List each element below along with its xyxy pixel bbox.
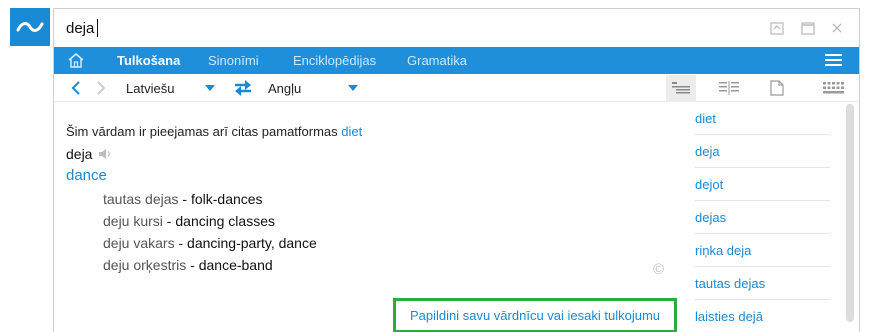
speaker-icon[interactable] <box>98 148 112 160</box>
columns-view-icon <box>719 81 739 95</box>
headword: deja <box>66 146 112 162</box>
app-logo <box>10 8 50 46</box>
tab-sinonimi[interactable]: Sinonīmi <box>208 53 259 68</box>
related-word[interactable]: dejas <box>695 201 830 234</box>
close-icon <box>832 23 842 33</box>
text-caret <box>97 19 98 37</box>
chevron-right-icon <box>97 81 106 95</box>
suggest-translation-link[interactable]: Papildini savu vārdnīcu vai iesaki tulko… <box>410 308 660 323</box>
tab-tulkosana[interactable]: Tulkošana <box>117 53 180 68</box>
phrase-row: deju kursi - dancing classes <box>103 213 275 229</box>
maximize-button[interactable] <box>800 20 816 36</box>
search-bar <box>54 9 859 47</box>
phrase-row: deju vakars - dancing-party, dance <box>103 235 317 251</box>
phrase-source: deju vakars <box>103 235 175 251</box>
phrase-separator: - <box>174 235 188 251</box>
target-language[interactable]: Angļu <box>268 81 301 96</box>
view-list-button[interactable] <box>666 75 696 101</box>
translation[interactable]: dance <box>66 167 107 184</box>
related-word[interactable]: dejot <box>695 168 830 201</box>
chevron-left-icon <box>71 81 80 95</box>
phrase-separator: - <box>178 191 191 207</box>
phrase-target: dancing-party, dance <box>187 235 317 251</box>
swap-arrows-icon <box>235 80 251 96</box>
phrase-target: folk-dances <box>190 191 263 207</box>
sidebar-scrollbar[interactable] <box>846 104 854 322</box>
maximize-icon <box>801 21 815 35</box>
related-word[interactable]: riņka deja <box>695 234 830 267</box>
tilde-icon <box>16 22 44 32</box>
keyboard-icon <box>823 82 844 94</box>
related-word[interactable]: tautas dejas <box>695 267 830 300</box>
related-word[interactable]: deja <box>695 135 830 168</box>
list-view-icon <box>672 82 690 94</box>
language-bar: Latviešu Angļu <box>54 74 859 102</box>
phrase-source: deju orķestris <box>103 257 187 273</box>
phrase-source: tautas dejas <box>103 191 179 207</box>
restore-up-button[interactable] <box>769 20 785 36</box>
close-button[interactable] <box>829 20 845 36</box>
menu-icon[interactable] <box>825 54 842 67</box>
phrase-row: deju orķestris - dance-band <box>103 257 273 273</box>
view-document-button[interactable] <box>762 75 792 101</box>
forward-button[interactable] <box>96 80 106 99</box>
phrase-row: tautas dejas - folk-dances <box>103 191 263 207</box>
back-button[interactable] <box>71 80 81 99</box>
base-form-notice: Šim vārdam ir pieejamas arī citas pamatf… <box>66 124 362 139</box>
view-keyboard-button[interactable] <box>819 75 849 101</box>
phrase-source: deju kursi <box>103 213 163 229</box>
target-language-dropdown-icon[interactable] <box>348 85 358 91</box>
phrase-target: dancing classes <box>175 213 275 229</box>
source-language[interactable]: Latviešu <box>126 81 174 96</box>
tab-gramatika[interactable]: Gramatika <box>407 53 467 68</box>
tab-enciklopedijas[interactable]: Enciklopēdijas <box>293 53 376 68</box>
document-icon <box>770 80 784 96</box>
base-form-link[interactable]: diet <box>341 124 362 139</box>
related-words-list: diet deja dejot dejas riņka deja tautas … <box>695 102 830 332</box>
home-button[interactable] <box>67 52 85 69</box>
swap-languages-button[interactable] <box>233 79 253 100</box>
phrase-target: dance-band <box>198 257 273 273</box>
phrase-separator: - <box>162 213 176 229</box>
view-columns-button[interactable] <box>714 75 744 101</box>
main-nav: Tulkošana Sinonīmi Enciklopēdijas Gramat… <box>54 47 859 74</box>
related-word[interactable]: laisties dejā <box>695 300 830 332</box>
search-input[interactable] <box>66 17 666 39</box>
window-up-icon <box>770 21 784 35</box>
phrase-separator: - <box>186 257 199 273</box>
suggest-translation-box: Papildini savu vārdnīcu vai iesaki tulko… <box>393 298 677 332</box>
source-language-dropdown-icon[interactable] <box>205 85 215 91</box>
copyright-icon: © <box>653 261 665 278</box>
related-word[interactable]: diet <box>695 102 830 135</box>
headword-text: deja <box>66 146 93 162</box>
notice-text: Šim vārdam ir pieejamas arī citas pamatf… <box>66 124 338 139</box>
home-icon <box>68 53 84 68</box>
dictionary-window: Tulkošana Sinonīmi Enciklopēdijas Gramat… <box>53 8 860 332</box>
